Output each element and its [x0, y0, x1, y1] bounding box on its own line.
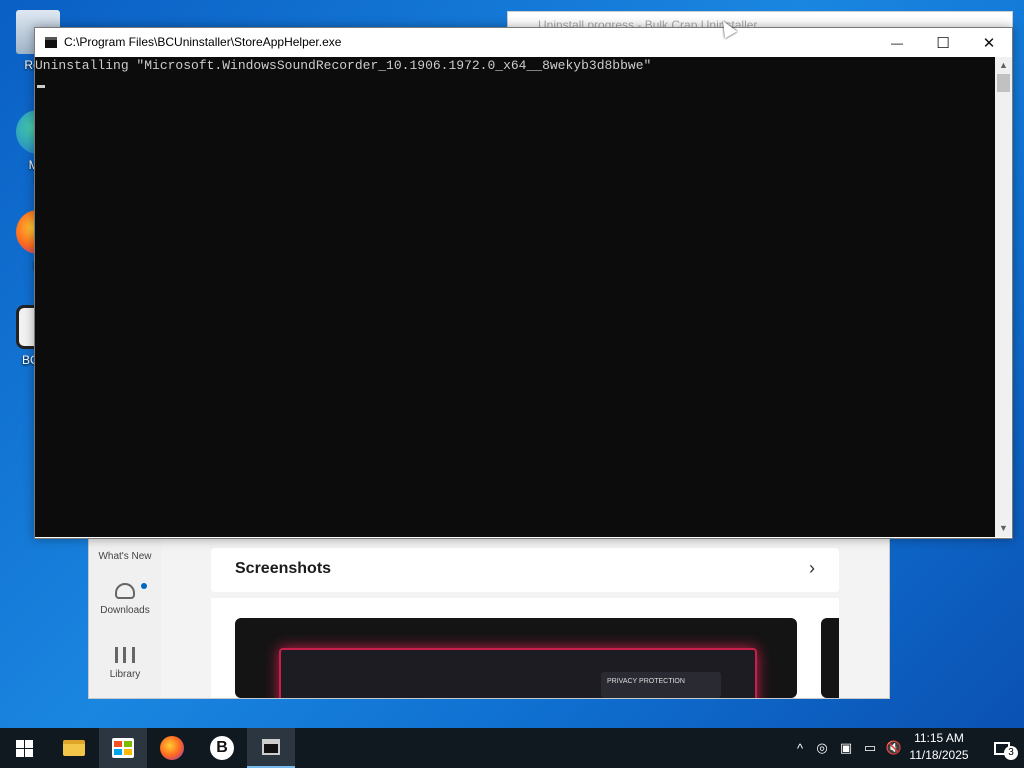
screenshots-header[interactable]: Screenshots › [211, 548, 839, 592]
notification-count-badge: 3 [1004, 746, 1018, 760]
chevron-up-icon[interactable]: ^ [790, 741, 810, 756]
update-dot-icon [141, 583, 147, 589]
close-icon: ✕ [982, 34, 996, 52]
security-icon[interactable]: ▣ [834, 740, 858, 756]
screenshot-gallery[interactable]: PRIVACY PROTECTION [211, 598, 839, 698]
text-cursor [37, 85, 45, 88]
taskbar-store-app-helper[interactable] [247, 728, 295, 768]
console-output[interactable]: Uninstalling "Microsoft.WindowsSoundReco… [35, 57, 995, 537]
network-icon[interactable]: ▭ [858, 740, 882, 756]
chevron-right-icon[interactable]: › [809, 558, 815, 579]
clock-date: 11/18/2025 [909, 748, 969, 762]
console-icon [262, 739, 280, 755]
close-button[interactable]: ✕ [966, 28, 1012, 57]
screenshot-thumbnail[interactable] [821, 618, 839, 698]
notification-center-button[interactable]: 3 [980, 728, 1024, 768]
nav-library[interactable]: Library [89, 647, 161, 680]
clock[interactable]: 11:15 AM 11/18/2025 [900, 730, 978, 764]
taskbar-microsoft-store[interactable] [99, 728, 147, 768]
taskbar-bcuninstaller[interactable]: B [198, 728, 246, 768]
clock-time: 11:15 AM [914, 731, 964, 745]
window-title: C:\Program Files\BCUninstaller\StoreAppH… [64, 35, 342, 49]
taskbar-file-explorer[interactable] [50, 728, 98, 768]
minimize-icon: — [891, 35, 903, 50]
store-nav: What's New Downloads Library [89, 521, 161, 698]
scroll-down-icon[interactable]: ▼ [995, 520, 1012, 537]
maximize-icon: ☐ [936, 34, 950, 52]
firefox-icon [160, 736, 184, 760]
console-window[interactable]: C:\Program Files\BCUninstaller\StoreAppH… [34, 27, 1013, 539]
scroll-thumb[interactable] [997, 74, 1010, 92]
console-icon [45, 37, 57, 48]
meet-now-icon[interactable]: ◎ [810, 740, 834, 756]
screenshot-thumbnail[interactable]: PRIVACY PROTECTION [235, 618, 797, 698]
library-icon [115, 647, 135, 663]
section-title: Screenshots [235, 560, 332, 577]
console-line: Uninstalling "Microsoft.WindowsSoundReco… [35, 58, 652, 73]
privacy-protection-panel: PRIVACY PROTECTION [601, 672, 721, 698]
console-titlebar[interactable]: C:\Program Files\BCUninstaller\StoreAppH… [35, 28, 1012, 57]
system-tray: ^ ◎ ▣ ▭ 🔇 [790, 728, 906, 768]
vertical-scrollbar[interactable]: ▲ ▼ [995, 57, 1012, 537]
maximize-button[interactable]: ☐ [920, 28, 966, 57]
downloads-icon [115, 583, 135, 599]
store-icon [112, 738, 134, 758]
minimize-button[interactable]: — [874, 28, 920, 57]
scroll-up-icon[interactable]: ▲ [995, 57, 1012, 74]
folder-icon [63, 740, 85, 756]
nav-downloads[interactable]: Downloads [89, 583, 161, 616]
bcu-icon: B [210, 736, 234, 760]
store-window[interactable]: What's New Downloads Library Screenshots… [88, 520, 890, 699]
nav-whats-new[interactable]: What's New [89, 551, 161, 562]
taskbar: B ^ ◎ ▣ ▭ 🔇 11:15 AM 11/18/2025 3 [0, 728, 1024, 768]
start-button[interactable] [0, 728, 48, 768]
taskbar-firefox[interactable] [148, 728, 196, 768]
windows-logo-icon [15, 739, 33, 757]
